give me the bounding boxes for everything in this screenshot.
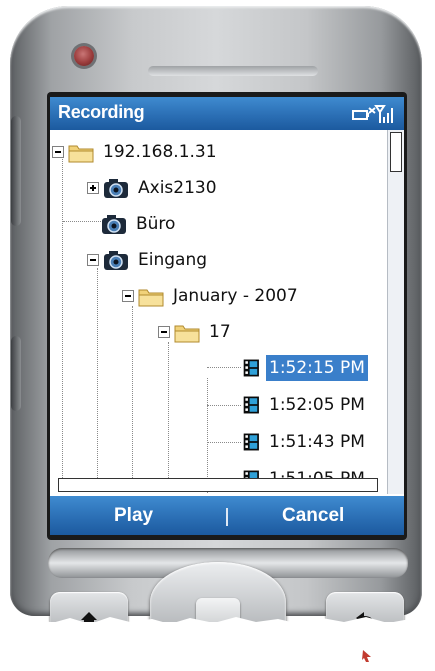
tree-item-recording[interactable]: 1:52:05 PM	[242, 391, 368, 419]
collapse-icon[interactable]	[158, 326, 170, 338]
tree-item-label: Eingang	[138, 250, 208, 270]
tree-connector	[132, 306, 133, 486]
camera-icon	[102, 215, 126, 234]
tree-item-camera[interactable]: Eingang	[87, 246, 210, 274]
cursor-icon	[362, 650, 371, 662]
tree-item-label: 1:52:15 PM	[266, 355, 368, 381]
tree-item-label: 17	[209, 322, 231, 342]
scroll-thumb[interactable]	[390, 132, 402, 172]
tree-item-label: 1:51:43 PM	[269, 432, 365, 452]
tree-connector	[207, 405, 241, 406]
recording-tree[interactable]: 192.168.1.31 Axis2130 Büro Eingang Janua…	[50, 130, 386, 494]
camera-icon	[104, 251, 128, 270]
softkey-bar: Play Cancel	[50, 496, 404, 535]
tree-item-label: 1:52:05 PM	[269, 395, 365, 415]
tree-item-camera[interactable]: Axis2130	[87, 174, 220, 202]
tree-item-day[interactable]: 17	[158, 318, 234, 346]
folder-icon	[174, 325, 200, 343]
folder-icon	[138, 289, 164, 307]
tree-item-recording[interactable]: 1:52:15 PM	[242, 354, 368, 382]
expand-icon[interactable]	[87, 182, 99, 194]
signal-strength-icon	[374, 105, 393, 123]
app-title: Recording	[58, 102, 145, 122]
tree-connector	[168, 342, 169, 492]
tree-connector	[207, 378, 208, 493]
film-icon	[243, 433, 259, 451]
vertical-scrollbar[interactable]	[387, 130, 404, 494]
tree-item-camera[interactable]: Büro	[101, 210, 178, 238]
horizontal-scrollbar[interactable]	[58, 478, 378, 492]
side-camera-button[interactable]	[11, 336, 21, 411]
collapse-icon[interactable]	[52, 146, 64, 158]
side-volume-button[interactable]	[11, 116, 21, 226]
collapse-icon[interactable]	[122, 290, 134, 302]
earpiece-grille	[148, 66, 318, 76]
film-icon	[243, 396, 259, 414]
film-icon	[243, 359, 259, 377]
folder-icon	[68, 145, 94, 163]
camera-icon	[104, 179, 128, 198]
tree-connector	[207, 367, 241, 368]
title-bar: Recording	[50, 97, 404, 130]
tree-item-recording[interactable]: 1:51:43 PM	[242, 428, 368, 456]
battery-charging-icon	[352, 107, 376, 120]
tree-connector	[207, 442, 241, 443]
tree-item-month[interactable]: January - 2007	[122, 282, 301, 310]
tree-item-label: 192.168.1.31	[103, 142, 217, 162]
screen: Recording 192.168.1.31 Axis2130 Büro Ein…	[50, 97, 404, 535]
tree-connector	[97, 268, 98, 488]
tree-item-label: January - 2007	[173, 286, 298, 306]
play-softkey[interactable]: Play	[114, 505, 153, 527]
tree-connector	[62, 156, 63, 486]
tree-item-host[interactable]: 192.168.1.31	[52, 138, 220, 166]
power-button-icon[interactable]	[74, 46, 94, 66]
tree-item-label: Büro	[136, 214, 176, 234]
softkey-divider	[226, 508, 228, 526]
status-icons[interactable]	[352, 103, 396, 125]
tree-item-label: Axis2130	[138, 178, 217, 198]
cancel-softkey[interactable]: Cancel	[282, 505, 344, 527]
collapse-icon[interactable]	[87, 254, 99, 266]
